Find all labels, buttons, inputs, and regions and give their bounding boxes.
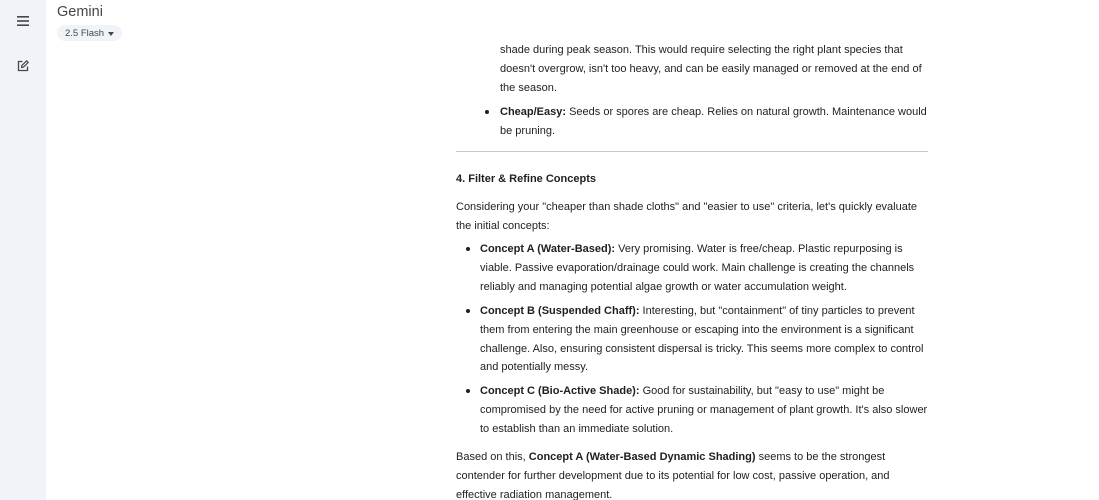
section-divider (456, 151, 928, 152)
list-item-concept-c: Concept C (Bio-Active Shade): Good for s… (466, 382, 930, 438)
app-title: Gemini (57, 4, 103, 20)
list-item-label: Concept B (Suspended Chaff): (480, 305, 640, 317)
caret-down-icon (108, 31, 115, 36)
model-name: 2.5 Flash (65, 27, 105, 39)
hamburger-menu-icon (17, 16, 29, 26)
bullet-dot (466, 309, 470, 313)
conclusion-text-before: Based on this, (456, 451, 529, 463)
intro-paragraph: Considering your "cheaper than shade clo… (456, 201, 918, 232)
main-menu-button[interactable] (11, 9, 35, 33)
new-chat-button[interactable] (11, 54, 35, 78)
bullet-dot (466, 247, 470, 251)
continued-paragraph: shade during peak season. This would req… (500, 44, 922, 94)
model-selector[interactable]: 2.5 Flash (57, 25, 123, 41)
bullet-dot (466, 389, 470, 393)
conclusion-paragraph: Based on this, Concept A (Water-Based Dy… (456, 448, 926, 500)
side-rail (0, 0, 46, 500)
edit-square-icon (17, 60, 29, 72)
bullet-dot (485, 110, 489, 114)
list-item-concept-b: Concept B (Suspended Chaff): Interesting… (466, 302, 930, 377)
section-heading: 4. Filter & Refine Concepts (456, 173, 596, 185)
conclusion-emphasis: Concept A (Water-Based Dynamic Shading) (528, 451, 756, 463)
list-item-concept-a: Concept A (Water-Based): Very promising.… (466, 240, 930, 296)
list-item: Cheap/Easy: Seeds or spores are cheap. R… (485, 103, 930, 141)
list-item-label: Cheap/Easy: (500, 106, 567, 118)
list-item-label: Concept A (Water-Based): (480, 243, 616, 255)
list-item-label: Concept C (Bio-Active Shade): (480, 385, 640, 397)
gemini-app: Gemini 2.5 Flash shade during peak seaso… (0, 0, 1099, 500)
